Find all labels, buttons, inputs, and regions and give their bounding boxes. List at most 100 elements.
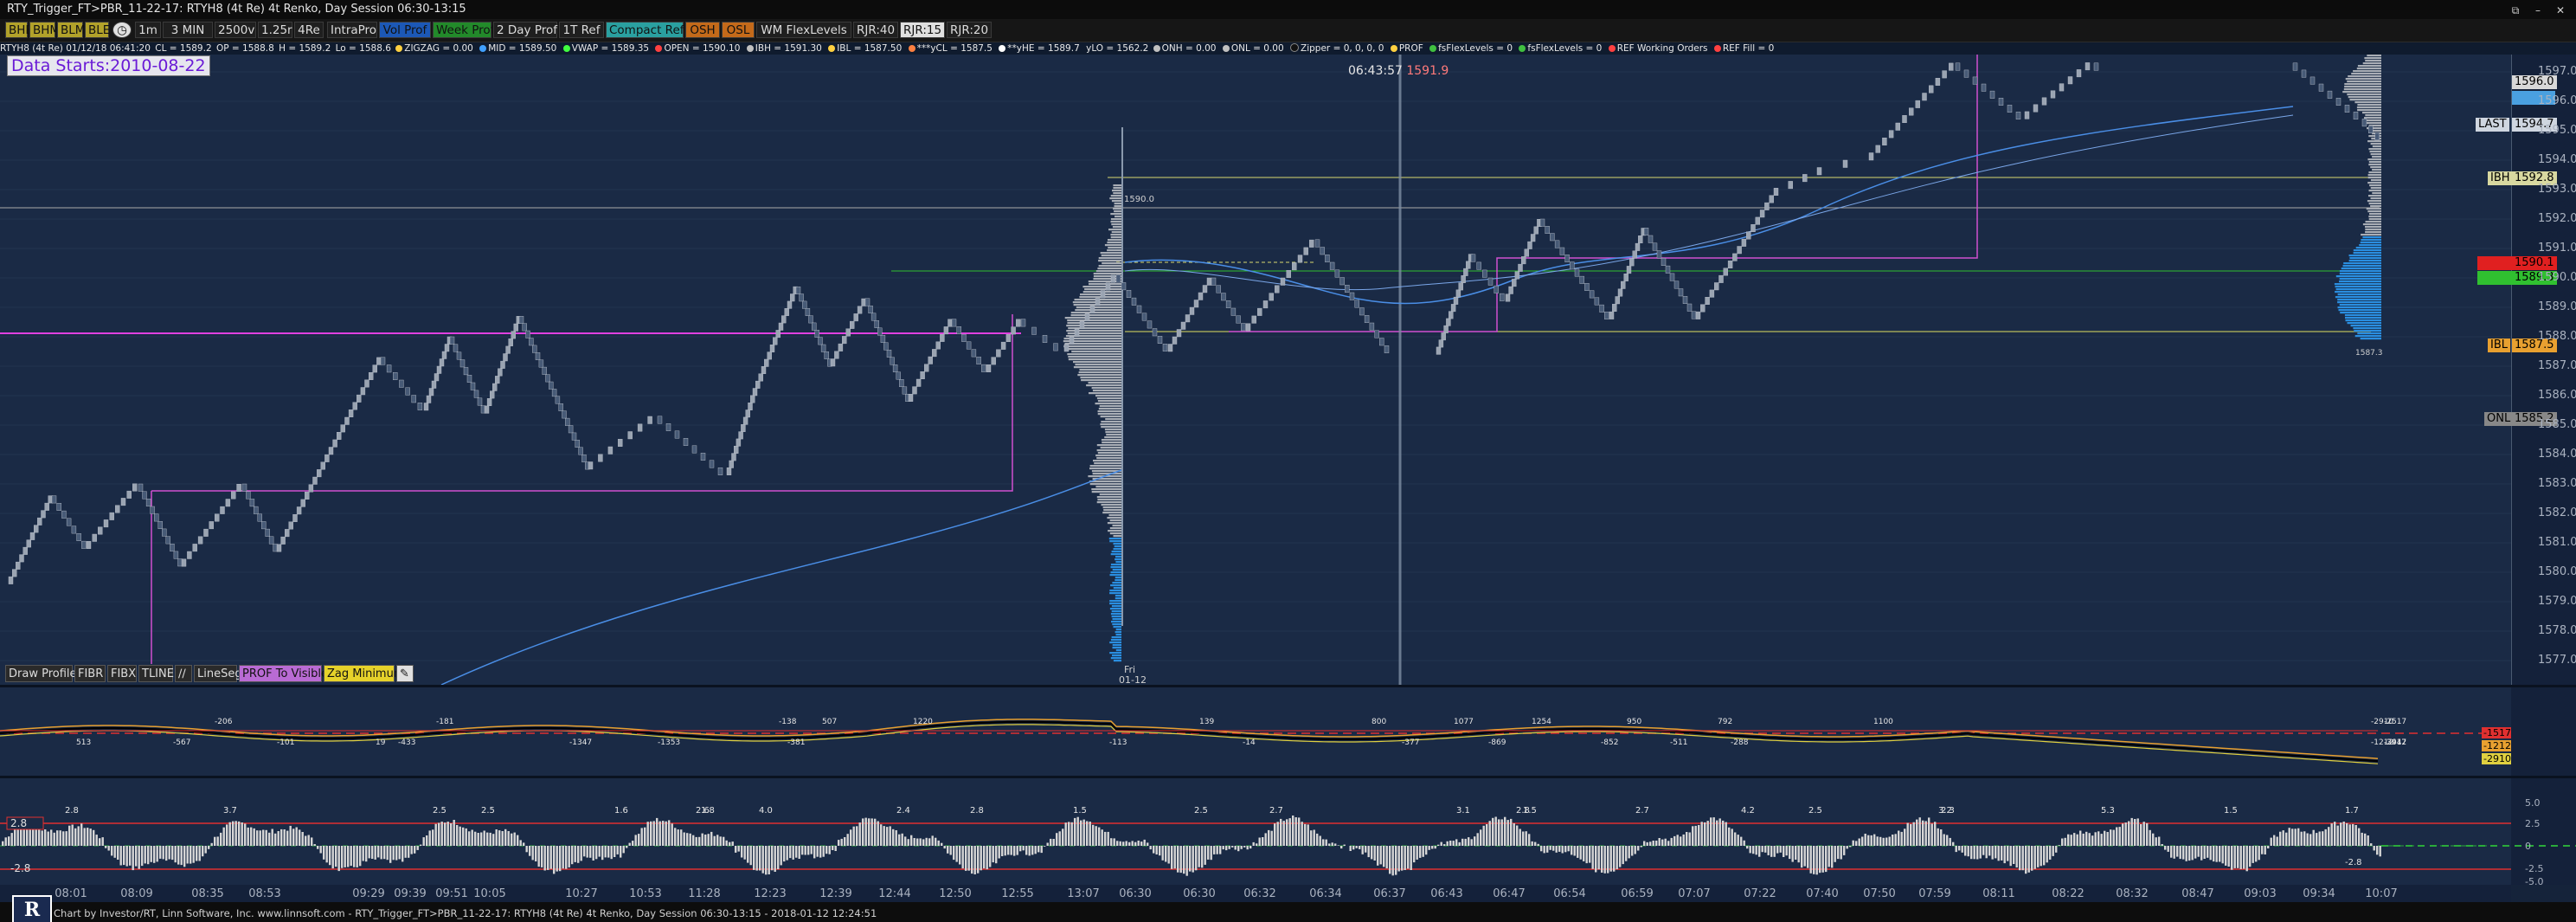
lineseg-button[interactable]: LineSeg (194, 665, 237, 682)
toolbar-button-osh[interactable]: OSH (685, 22, 720, 38)
session-volume-bar (2335, 291, 2381, 293)
down-brick (418, 403, 422, 410)
prof-to-visible-button[interactable]: PROF To Visible (239, 665, 322, 682)
fibx-button[interactable]: FIBX (107, 665, 137, 682)
hist-down-bar (383, 846, 385, 859)
hist-up-bar (274, 834, 276, 846)
down-brick (796, 287, 800, 294)
hist-up-bar (511, 834, 512, 846)
toolbar-button-osl[interactable]: OSL (722, 22, 755, 38)
draw-profile-button[interactable]: Draw Profile (5, 665, 73, 682)
renko-price-chart[interactable]: 1590.0 Fri 01-12 1587.3 (0, 55, 2511, 685)
ind1-value: -181 (436, 718, 453, 726)
toolbar-button-blm[interactable]: BLM (57, 22, 83, 38)
toolbar-button-vol-prof[interactable]: Vol Prof (379, 22, 431, 38)
volume-profile-bar (1102, 262, 1121, 264)
hist-down-bar (1641, 846, 1642, 848)
volume-profile-bar (1105, 418, 1121, 420)
hist-up-bar (266, 830, 267, 846)
toolbar-button-4re[interactable]: 4Re (294, 22, 324, 38)
hist-up-bar (1298, 817, 1300, 846)
volume-profile-bar (1096, 270, 1121, 272)
cumulative-delta-pane[interactable]: 513-20619-181-567 -101 -433 -1347 -1353-138-… (0, 687, 2576, 776)
hist-up-bar (696, 837, 697, 846)
down-brick (896, 372, 901, 380)
close-icon[interactable]: ✕ (2553, 3, 2568, 17)
session-volume-bar (2338, 306, 2382, 308)
minimize-icon[interactable]: – (2530, 3, 2546, 17)
price-axis[interactable]: 1596.0 LAST 1594.7 IBH 1592.8 1590.1 158… (2511, 55, 2576, 685)
toolbar-button-wm-flexlevels[interactable]: WM FlexLevels (756, 22, 851, 38)
toolbar-button-2-day-prof[interactable]: 2 Day Prof (493, 22, 557, 38)
toolbar-button-intrapro[interactable]: IntraPro (327, 22, 377, 38)
session-volume-bar (2369, 213, 2381, 215)
up-brick (490, 391, 494, 399)
hist-up-bar (1334, 843, 1336, 846)
zigzag-dot-icon (395, 45, 402, 52)
hist-up-bar (254, 829, 255, 846)
time-tick: 09:03 (2244, 887, 2276, 900)
zag-minimum-button[interactable]: Zag Minimum (324, 665, 395, 682)
hist-down-bar (1776, 846, 1778, 854)
hist-down-bar (2198, 846, 2200, 857)
toolbar-button-rjr15[interactable]: RJR:15 (900, 22, 945, 38)
hist-up-bar (2367, 835, 2369, 846)
toolbar-button-1-25r[interactable]: 1.25r (258, 22, 292, 38)
hist-up-bar (1677, 835, 1679, 846)
ind1-value: 507 (822, 718, 837, 726)
onl-label: ONL (2484, 412, 2513, 426)
volume-profile-bar (1116, 634, 1122, 635)
clock-icon[interactable]: ◷ (112, 22, 132, 38)
volume-profile-bar (1113, 569, 1121, 571)
hist-up-bar (56, 830, 58, 846)
price-tick: 1579.0 (2538, 595, 2576, 608)
ind1-value: -852 (1601, 738, 1618, 747)
toolbar-button-compact-ref[interactable]: Compact Ref (606, 22, 684, 38)
up-brick (1451, 304, 1455, 312)
hist-up-bar (2289, 828, 2290, 846)
volume-profile-bar (1095, 455, 1121, 456)
hist-down-bar (1550, 846, 1551, 850)
hist-up-bar (1147, 842, 1148, 846)
swing-delta-histogram-pane[interactable]: 2.8 3.7 2.5 2.5 1.6 1.82.6 4.0 2.4 2.8 1.5 2.5 2.7 3… (0, 778, 2576, 885)
trendline-icon[interactable]: ∕∕ (175, 665, 192, 682)
down-brick (1494, 286, 1499, 293)
toolbar-button-bhm[interactable]: BHM (29, 22, 55, 38)
toolbar-button-1t-ref[interactable]: 1T Ref (559, 22, 604, 38)
last-label: LAST (2476, 118, 2509, 132)
hist-down-bar (599, 846, 601, 857)
toolbar-button-3min[interactable]: 3 MIN (163, 22, 213, 38)
hist-down-bar (1816, 846, 1818, 874)
hist-down-bar (1968, 846, 1969, 856)
up-brick (1075, 329, 1079, 337)
restore-icon[interactable]: ⧉ (2508, 3, 2523, 17)
fibr-button[interactable]: FIBR (74, 665, 106, 682)
toolbar-button-ble[interactable]: BLE (85, 22, 109, 38)
up-brick (741, 424, 745, 432)
volume-profile-bar (1077, 374, 1121, 376)
hist-down-bar (607, 846, 609, 858)
hist-up-bar (702, 834, 703, 846)
toolbar-button-1m[interactable]: 1m (135, 22, 161, 38)
hist-down-bar (123, 846, 125, 865)
hist-down-bar (1237, 846, 1239, 851)
toolbar-button-rjr20[interactable]: RJR:20 (947, 22, 992, 38)
ind1-value: -288 (1731, 738, 1749, 747)
hist-up-bar (468, 831, 470, 846)
toolbar-button-2500v[interactable]: 2500v (215, 22, 256, 38)
hist-down-bar (1768, 846, 1770, 855)
time-axis[interactable]: 08:01 08:09 08:35 08:53 09:29 09:39 09:51 10:05… (0, 885, 2511, 902)
hist-up-bar (1522, 832, 1524, 847)
time-tick: 09:34 (2303, 887, 2335, 900)
up-brick (858, 306, 862, 314)
volume-profile-bar (1112, 231, 1121, 233)
hist-down-bar (768, 846, 770, 874)
toolbar-button-rjr40[interactable]: RJR:40 (853, 22, 898, 38)
tline-button[interactable]: TLINE (138, 665, 173, 682)
pencil-icon[interactable]: ✎ (396, 665, 414, 682)
toolbar-button-week-prof[interactable]: Week Prof (433, 22, 491, 38)
toolbar-button-bhe[interactable]: BHE (5, 22, 28, 38)
open-pill: 1590.1 (2512, 256, 2557, 270)
hist-down-bar (1962, 846, 1963, 853)
time-tick: 10:07 (2365, 887, 2397, 900)
